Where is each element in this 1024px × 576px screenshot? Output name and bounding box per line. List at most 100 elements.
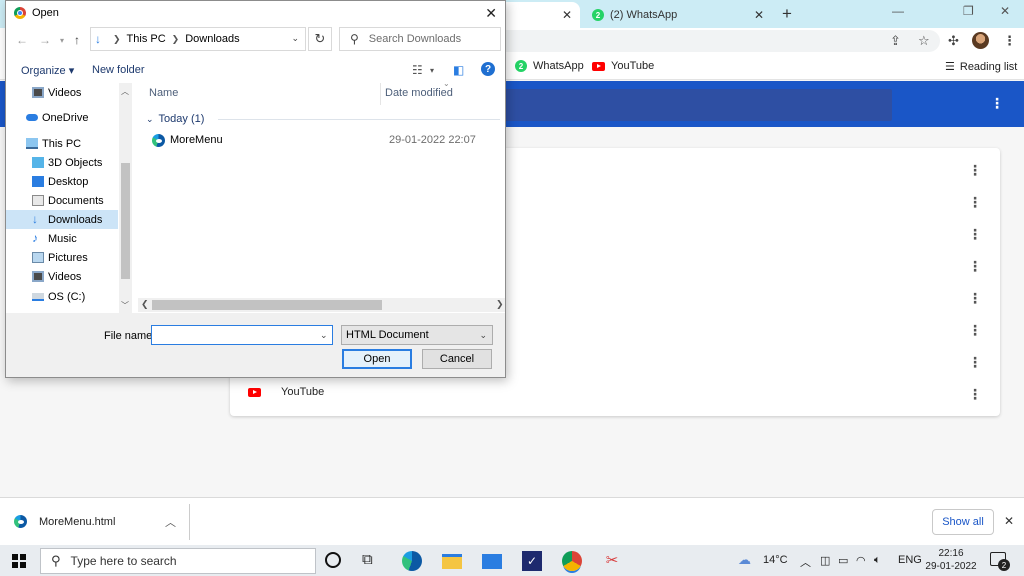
file-row[interactable]: MoreMenu 29-01-2022 22:07 — [152, 131, 502, 149]
chevron-down-icon[interactable]: ⌄ — [320, 330, 328, 341]
address-breadcrumb[interactable]: ↓ ❯ This PC ❯ Downloads ⌄ — [90, 27, 306, 51]
chrome-icon[interactable] — [562, 551, 582, 571]
chrome-icon — [14, 7, 26, 19]
close-tab-icon[interactable]: ✕ — [754, 8, 764, 22]
file-type-select[interactable]: HTML Document ⌄ — [341, 325, 493, 345]
chevron-right-icon[interactable]: ❯ — [172, 34, 180, 45]
download-item[interactable]: MoreMenu.html — [14, 515, 115, 528]
close-tab-icon[interactable]: ✕ — [562, 8, 572, 22]
volume-icon[interactable]: 🔈︎ — [874, 554, 881, 567]
scroll-down-icon[interactable]: ﹀ — [121, 300, 129, 311]
file-explorer-icon[interactable] — [442, 554, 462, 569]
chevron-down-icon[interactable]: ▾ — [430, 66, 434, 75]
music-icon: ♪ — [32, 231, 38, 245]
bookmark-whatsapp[interactable]: 2 WhatsApp — [515, 60, 584, 72]
group-header[interactable]: ⌄ Today (1) — [146, 113, 204, 125]
column-divider[interactable] — [380, 83, 381, 105]
app-icon[interactable]: ✓ — [522, 551, 542, 571]
row-kebab-icon[interactable]: ⋮ — [968, 258, 982, 275]
share-icon[interactable]: ⇪ — [890, 33, 901, 49]
breadcrumb-downloads[interactable]: Downloads — [185, 33, 239, 45]
taskbar-search[interactable]: ⚲ Type here to search — [40, 548, 316, 574]
organize-button[interactable]: Organize ▾ — [21, 64, 74, 77]
wifi-icon[interactable]: ◠ — [856, 554, 866, 567]
profile-avatar[interactable] — [972, 32, 989, 49]
battery-icon[interactable]: ▭ — [838, 554, 848, 567]
chevron-right-icon[interactable]: ❯ — [113, 34, 121, 45]
sidebar-item-this-pc[interactable]: This PC — [6, 134, 118, 153]
close-icon[interactable]: ✕ — [485, 5, 497, 22]
search-downloads-input[interactable]: ⚲ Search Downloads — [339, 27, 501, 51]
sidebar-item-desktop[interactable]: Desktop — [6, 172, 118, 191]
network-icon[interactable]: ◫ — [820, 554, 830, 567]
refresh-button[interactable]: ↻ — [308, 27, 332, 51]
language-indicator[interactable]: ENG — [898, 554, 922, 566]
mail-icon[interactable] — [482, 554, 502, 569]
list-item[interactable]: YouTube — [248, 386, 324, 398]
help-icon[interactable]: ? — [481, 62, 495, 76]
view-options-icon[interactable]: ☷ — [412, 63, 423, 77]
extensions-icon[interactable]: ✣ — [948, 33, 959, 49]
column-header-date[interactable]: Date modified — [385, 87, 453, 99]
back-arrow-icon[interactable]: ← — [16, 33, 28, 47]
scrollbar-thumb[interactable] — [152, 300, 382, 310]
chevron-up-icon[interactable]: ︿ — [165, 514, 176, 530]
windows-start-icon[interactable] — [12, 554, 26, 568]
bookmark-youtube[interactable]: YouTube — [592, 60, 654, 72]
breadcrumb-this-pc[interactable]: This PC — [127, 33, 166, 45]
reading-list-button[interactable]: ☰ Reading list — [945, 60, 1017, 74]
row-kebab-icon[interactable]: ⋮ — [968, 386, 982, 403]
close-window-icon[interactable]: ✕ — [1000, 4, 1010, 18]
tab-whatsapp[interactable]: 2 (2) WhatsApp ✕ — [584, 2, 774, 28]
minimize-icon[interactable]: — — [892, 4, 904, 18]
sidebar-item-3d-objects[interactable]: 3D Objects — [6, 153, 118, 172]
row-kebab-icon[interactable]: ⋮ — [968, 290, 982, 307]
file-list-pane: Name ⌄ Date modified ⌄ Today (1) MoreMen… — [138, 79, 505, 313]
column-header-name[interactable]: Name — [149, 87, 178, 99]
sidebar-item-videos-2[interactable]: Videos — [6, 267, 118, 286]
forward-arrow-icon[interactable]: → — [39, 33, 51, 47]
menu-kebab-icon[interactable]: ⋮ — [1003, 33, 1016, 49]
sidebar-item-pictures[interactable]: Pictures — [6, 248, 118, 267]
cortana-icon[interactable] — [325, 552, 341, 568]
clock[interactable]: 22:16 29-01-2022 — [925, 547, 977, 573]
sidebar-item-documents[interactable]: Documents — [6, 191, 118, 210]
file-name-input[interactable] — [151, 325, 333, 345]
scrollbar-thumb[interactable] — [121, 163, 130, 279]
cancel-button[interactable]: Cancel — [422, 349, 492, 369]
weather-icon[interactable]: ☁ — [738, 552, 751, 568]
snipping-tool-icon[interactable]: ✂ — [602, 551, 622, 571]
new-tab-button[interactable]: + — [782, 4, 792, 24]
header-kebab-icon[interactable]: ⋮ — [990, 95, 1004, 112]
open-button[interactable]: Open — [342, 349, 412, 369]
row-kebab-icon[interactable]: ⋮ — [968, 162, 982, 179]
scroll-up-icon[interactable]: ︿ — [121, 86, 129, 97]
up-arrow-icon[interactable]: ↑ — [74, 33, 80, 47]
row-kebab-icon[interactable]: ⋮ — [968, 194, 982, 211]
sidebar-item-videos[interactable]: Videos — [6, 83, 118, 102]
show-all-button[interactable]: Show all — [932, 509, 994, 535]
restore-icon[interactable]: ❐ — [963, 4, 974, 18]
task-view-icon[interactable]: ⧉ — [362, 551, 382, 571]
sidebar-item-onedrive[interactable]: OneDrive — [6, 108, 118, 127]
row-kebab-icon[interactable]: ⋮ — [968, 322, 982, 339]
scroll-right-icon[interactable]: ❯ — [496, 299, 504, 310]
header-search-area[interactable] — [500, 89, 892, 121]
scroll-left-icon[interactable]: ❮ — [141, 299, 149, 310]
edge-icon[interactable] — [402, 551, 422, 571]
sidebar-item-music[interactable]: ♪ Music — [6, 229, 118, 248]
preview-pane-icon[interactable]: ◧ — [453, 63, 464, 77]
chevron-down-icon[interactable]: ⌄ — [291, 33, 299, 44]
close-icon[interactable]: ✕ — [1004, 514, 1014, 528]
new-folder-button[interactable]: New folder — [92, 64, 145, 76]
horizontal-scrollbar[interactable]: ❮ ❯ — [138, 298, 505, 312]
chevron-up-icon[interactable]: ︿ — [800, 554, 811, 570]
weather-temp[interactable]: 14°C — [763, 554, 788, 566]
sidebar-item-downloads[interactable]: ↓ Downloads — [6, 210, 118, 229]
nav-scrollbar[interactable]: ︿ ﹀ — [119, 83, 132, 313]
star-icon[interactable]: ☆ — [918, 33, 930, 49]
chevron-down-icon[interactable]: ▾ — [60, 36, 64, 45]
row-kebab-icon[interactable]: ⋮ — [968, 226, 982, 243]
sidebar-item-os-c[interactable]: OS (C:) — [6, 287, 118, 306]
row-kebab-icon[interactable]: ⋮ — [968, 354, 982, 371]
